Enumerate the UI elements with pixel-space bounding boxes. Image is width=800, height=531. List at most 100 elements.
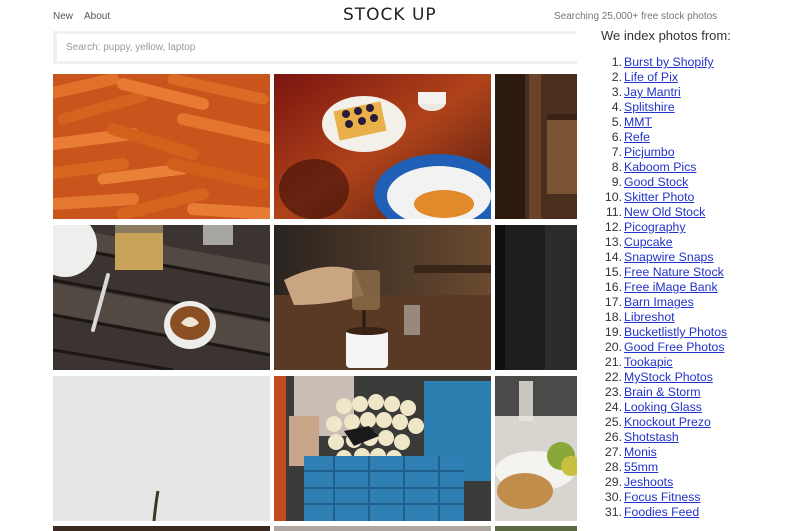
- photo-row4-3[interactable]: [495, 526, 577, 531]
- source-number: 14.: [604, 250, 622, 264]
- source-item: 15. Free Nature Stock: [586, 265, 727, 280]
- source-link[interactable]: 55mm: [624, 460, 658, 474]
- source-link[interactable]: Skitter Photo: [624, 190, 694, 204]
- source-number: 24.: [604, 400, 622, 414]
- photo-latte-on-wooden-table[interactable]: [53, 225, 270, 370]
- source-link[interactable]: Good Stock: [624, 175, 688, 189]
- source-item: 9. Good Stock: [586, 175, 727, 190]
- source-item: 31. Foodies Feed: [586, 505, 727, 520]
- source-link[interactable]: Barn Images: [624, 295, 694, 309]
- source-item: 28. 55mm: [586, 460, 727, 475]
- source-link[interactable]: MMT: [624, 115, 652, 129]
- source-item: 4. Splitshire: [586, 100, 727, 115]
- search-bar: [53, 31, 577, 64]
- source-item: 6. Refe: [586, 130, 727, 145]
- source-link[interactable]: Looking Glass: [624, 400, 702, 414]
- sources-sidebar: We index photos from: 1. Burst by Shopify…: [586, 0, 800, 531]
- source-link[interactable]: Jay Mantri: [624, 85, 681, 99]
- sidebar-title: We index photos from:: [601, 28, 731, 43]
- source-number: 8.: [611, 160, 622, 174]
- source-number: 23.: [604, 385, 622, 399]
- source-number: 4.: [611, 100, 622, 114]
- source-number: 17.: [604, 295, 622, 309]
- source-number: 12.: [604, 220, 622, 234]
- source-number: 3.: [611, 85, 622, 99]
- source-link[interactable]: Cupcake: [624, 235, 673, 249]
- photo-onions-in-crate[interactable]: [274, 376, 491, 521]
- nav-new-link[interactable]: New: [53, 11, 73, 22]
- source-link[interactable]: Life of Pix: [624, 70, 678, 84]
- source-link[interactable]: Monis: [624, 445, 657, 459]
- source-link[interactable]: Burst by Shopify: [624, 55, 714, 69]
- photo-white-wall-plant[interactable]: [53, 376, 270, 521]
- source-number: 2.: [611, 70, 622, 84]
- photo-carrots[interactable]: [53, 74, 270, 219]
- source-number: 27.: [604, 445, 622, 459]
- source-item: 11. New Old Stock: [586, 205, 727, 220]
- source-link[interactable]: Brain & Storm: [624, 385, 701, 399]
- source-link[interactable]: Focus Fitness: [624, 490, 701, 504]
- source-number: 5.: [611, 115, 622, 129]
- photo-row4-2[interactable]: [274, 526, 491, 531]
- source-item: 10. Skitter Photo: [586, 190, 727, 205]
- source-number: 20.: [604, 340, 622, 354]
- source-link[interactable]: Foodies Feed: [624, 505, 699, 519]
- source-number: 16.: [604, 280, 622, 294]
- source-link[interactable]: MyStock Photos: [624, 370, 713, 384]
- source-number: 1.: [611, 55, 622, 69]
- source-item: 27. Monis: [586, 445, 727, 460]
- source-link[interactable]: Picjumbo: [624, 145, 675, 159]
- source-number: 15.: [604, 265, 622, 279]
- source-link[interactable]: Splitshire: [624, 100, 675, 114]
- source-item: 14. Snapwire Snaps: [586, 250, 727, 265]
- photo-pouring-coffee[interactable]: [274, 225, 491, 370]
- photo-dark-interior[interactable]: [495, 225, 577, 370]
- source-item: 23. Brain & Storm: [586, 385, 727, 400]
- source-link[interactable]: New Old Stock: [624, 205, 705, 219]
- source-number: 22.: [604, 370, 622, 384]
- nav-about-link[interactable]: About: [84, 11, 110, 22]
- source-item: 12. Picography: [586, 220, 727, 235]
- source-link[interactable]: Bucketlistly Photos: [624, 325, 727, 339]
- source-number: 6.: [611, 130, 622, 144]
- source-link[interactable]: Picography: [624, 220, 686, 234]
- source-item: 5. MMT: [586, 115, 727, 130]
- source-item: 29. Jeshoots: [586, 475, 727, 490]
- photo-wooden-interior[interactable]: [495, 74, 577, 219]
- source-item: 17. Barn Images: [586, 295, 727, 310]
- source-item: 26. Shotstash: [586, 430, 727, 445]
- source-item: 1. Burst by Shopify: [586, 55, 727, 70]
- source-item: 2. Life of Pix: [586, 70, 727, 85]
- photo-grid: [53, 74, 577, 531]
- source-number: 21.: [604, 355, 622, 369]
- source-item: 20. Good Free Photos: [586, 340, 727, 355]
- search-input[interactable]: [57, 34, 577, 61]
- photo-row4-1[interactable]: [53, 526, 270, 531]
- source-item: 18. Libreshot: [586, 310, 727, 325]
- source-link[interactable]: Libreshot: [624, 310, 675, 324]
- source-number: 25.: [604, 415, 622, 429]
- source-number: 10.: [604, 190, 622, 204]
- source-link[interactable]: Refe: [624, 130, 650, 144]
- source-number: 26.: [604, 430, 622, 444]
- source-item: 24. Looking Glass: [586, 400, 727, 415]
- source-link[interactable]: Knockout Prezo: [624, 415, 711, 429]
- source-link[interactable]: Free Nature Stock: [624, 265, 724, 279]
- source-item: 19. Bucketlistly Photos: [586, 325, 727, 340]
- site-logo[interactable]: STOCK UP: [343, 5, 437, 25]
- source-link[interactable]: Free iMage Bank: [624, 280, 718, 294]
- source-number: 18.: [604, 310, 622, 324]
- source-link[interactable]: Tookapic: [624, 355, 673, 369]
- source-link[interactable]: Shotstash: [624, 430, 679, 444]
- source-link[interactable]: Jeshoots: [624, 475, 673, 489]
- photo-table-setting[interactable]: [495, 376, 577, 521]
- source-item: 30. Focus Fitness: [586, 490, 727, 505]
- source-link[interactable]: Snapwire Snaps: [624, 250, 714, 264]
- source-link[interactable]: Good Free Photos: [624, 340, 724, 354]
- photo-waffle-and-coffee[interactable]: [274, 74, 491, 219]
- source-link[interactable]: Kaboom Pics: [624, 160, 696, 174]
- source-number: 9.: [611, 175, 622, 189]
- source-number: 29.: [604, 475, 622, 489]
- source-item: 16. Free iMage Bank: [586, 280, 727, 295]
- source-number: 28.: [604, 460, 622, 474]
